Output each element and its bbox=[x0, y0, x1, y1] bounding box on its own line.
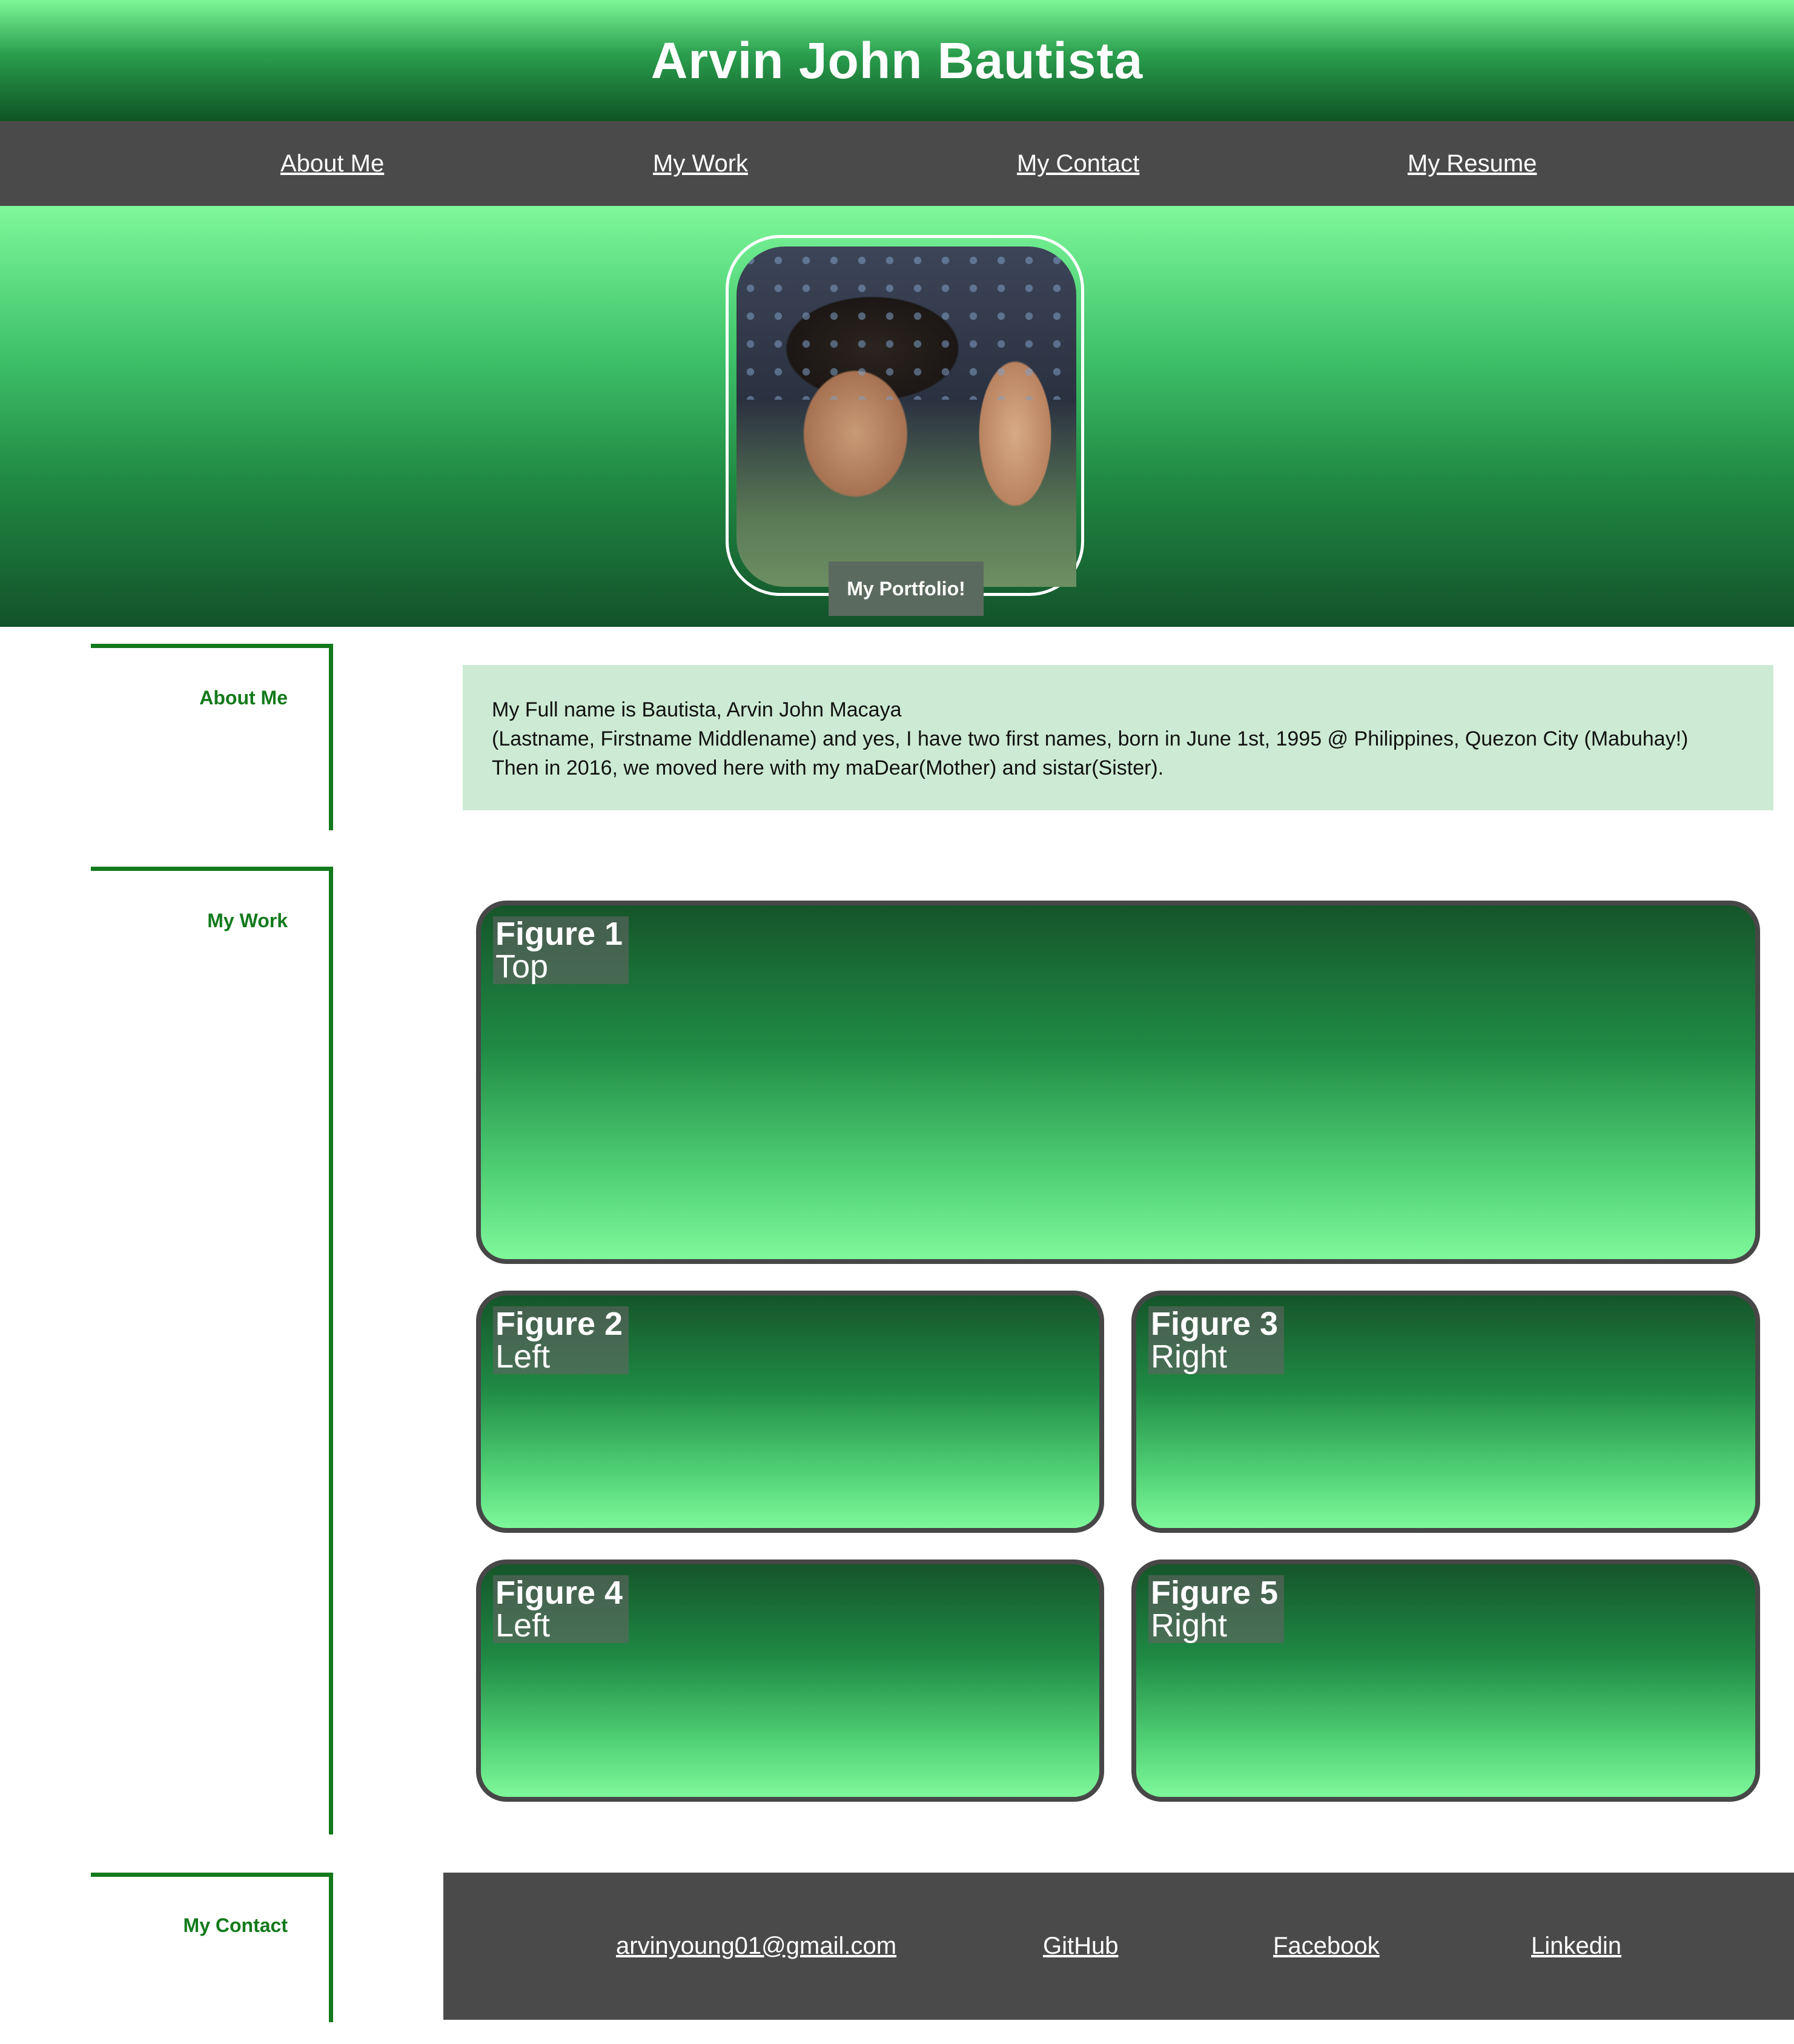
figure-5-position: Right bbox=[1151, 1607, 1228, 1644]
figure-5-title: Figure 5 bbox=[1151, 1575, 1279, 1611]
figure-2-card[interactable]: Figure 2 Left bbox=[476, 1291, 1104, 1533]
figure-5-label: Figure 5 Right bbox=[1148, 1575, 1284, 1643]
contact-section-label: My Contact bbox=[183, 1914, 288, 1936]
site-title: Arvin John Bautista bbox=[650, 31, 1144, 89]
figure-4-position: Left bbox=[495, 1607, 551, 1644]
main-nav: About Me My Work My Contact My Resume bbox=[0, 121, 1794, 206]
github-link[interactable]: GitHub bbox=[1043, 1873, 1119, 2020]
nav-link-about-me[interactable]: About Me bbox=[280, 121, 384, 206]
email-link[interactable]: arvinyoung01@gmail.com bbox=[616, 1873, 896, 2020]
figure-2-title: Figure 2 bbox=[495, 1306, 623, 1342]
about-line-3: Then in 2016, we moved here with my maDe… bbox=[492, 756, 1164, 779]
photo-background-pattern bbox=[736, 246, 1076, 400]
profile-photo bbox=[736, 246, 1076, 587]
figure-3-position: Right bbox=[1151, 1338, 1228, 1375]
about-section-label: About Me bbox=[199, 687, 288, 709]
contact-bar: arvinyoung01@gmail.com GitHub Facebook L… bbox=[443, 1873, 1794, 2020]
site-header: Arvin John Bautista bbox=[0, 0, 1794, 121]
nav-link-my-work[interactable]: My Work bbox=[653, 121, 748, 206]
work-section-label: My Work bbox=[207, 910, 288, 931]
about-text-box: My Full name is Bautista, Arvin John Mac… bbox=[463, 665, 1773, 810]
figure-1-title: Figure 1 bbox=[495, 916, 623, 952]
figure-3-label: Figure 3 Right bbox=[1148, 1306, 1284, 1374]
facebook-link[interactable]: Facebook bbox=[1273, 1873, 1380, 2020]
figure-3-title: Figure 3 bbox=[1151, 1306, 1279, 1342]
figure-4-card[interactable]: Figure 4 Left bbox=[476, 1559, 1104, 1802]
figure-5-card[interactable]: Figure 5 Right bbox=[1131, 1559, 1760, 1802]
figure-4-title: Figure 4 bbox=[495, 1575, 623, 1611]
contact-section-bracket bbox=[91, 1873, 333, 2022]
about-line-1: My Full name is Bautista, Arvin John Mac… bbox=[492, 698, 902, 721]
figure-1-label: Figure 1 Top bbox=[493, 916, 629, 984]
figure-2-position: Left bbox=[495, 1338, 551, 1375]
figure-4-label: Figure 4 Left bbox=[493, 1575, 629, 1643]
figure-2-label: Figure 2 Left bbox=[493, 1306, 629, 1374]
nav-link-my-resume[interactable]: My Resume bbox=[1408, 121, 1537, 206]
about-section-bracket bbox=[91, 644, 333, 830]
work-section-bracket bbox=[91, 867, 333, 1834]
figure-1-card[interactable]: Figure 1 Top bbox=[476, 901, 1760, 1264]
nav-link-my-contact[interactable]: My Contact bbox=[1017, 121, 1139, 206]
figure-1-position: Top bbox=[495, 948, 549, 985]
linkedin-link[interactable]: Linkedin bbox=[1531, 1873, 1621, 2020]
about-line-2: (Lastname, Firstname Middlename) and yes… bbox=[492, 727, 1689, 750]
portfolio-caption: My Portfolio! bbox=[829, 561, 984, 616]
figure-3-card[interactable]: Figure 3 Right bbox=[1131, 1291, 1760, 1533]
